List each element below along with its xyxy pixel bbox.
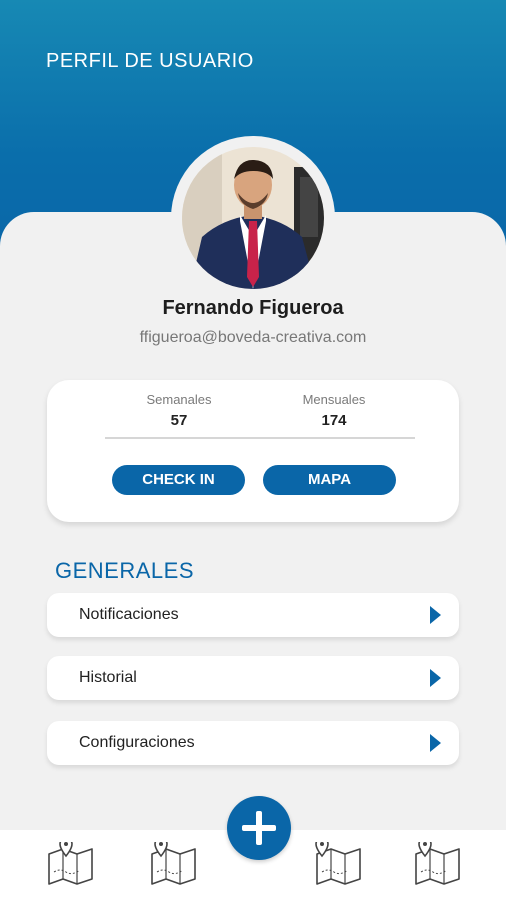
map-pin-icon[interactable] <box>149 842 199 886</box>
monthly-value: 174 <box>321 412 347 429</box>
stats-card: Semanales 57 Mensuales 174 CHECK IN MAPA <box>47 380 459 522</box>
map-button[interactable]: MAPA <box>263 465 396 495</box>
user-name: Fernando Figueroa <box>162 297 344 319</box>
weekly-stat: Semanales 57 <box>109 392 249 429</box>
avatar[interactable] <box>182 147 324 289</box>
caret-right-icon <box>430 606 441 624</box>
menu-item-label: Notificaciones <box>79 606 179 623</box>
menu-item-notificaciones[interactable]: Notificaciones <box>47 593 459 637</box>
caret-right-icon <box>430 669 441 687</box>
user-email: ffigueroa@boveda-creativa.com <box>139 329 367 346</box>
weekly-label: Semanales <box>146 392 212 407</box>
user-photo-icon <box>182 147 324 289</box>
weekly-value: 57 <box>170 412 188 429</box>
plus-icon <box>242 811 276 845</box>
monthly-stat: Mensuales 174 <box>264 392 404 429</box>
menu-item-label: Historial <box>79 669 137 686</box>
menu-item-label: Configuraciones <box>79 734 195 751</box>
map-pin-icon[interactable] <box>314 842 364 886</box>
add-fab-button[interactable] <box>227 796 291 860</box>
caret-right-icon <box>430 734 441 752</box>
monthly-label: Mensuales <box>302 392 366 407</box>
map-pin-icon[interactable] <box>413 842 463 886</box>
menu-item-historial[interactable]: Historial <box>47 656 459 700</box>
section-title: GENERALES <box>55 558 194 583</box>
map-pin-icon[interactable] <box>46 842 96 886</box>
menu-item-configuraciones[interactable]: Configuraciones <box>47 721 459 765</box>
stats-divider <box>105 437 415 439</box>
page-title: PERFIL DE USUARIO <box>46 50 254 72</box>
check-in-button[interactable]: CHECK IN <box>112 465 245 495</box>
